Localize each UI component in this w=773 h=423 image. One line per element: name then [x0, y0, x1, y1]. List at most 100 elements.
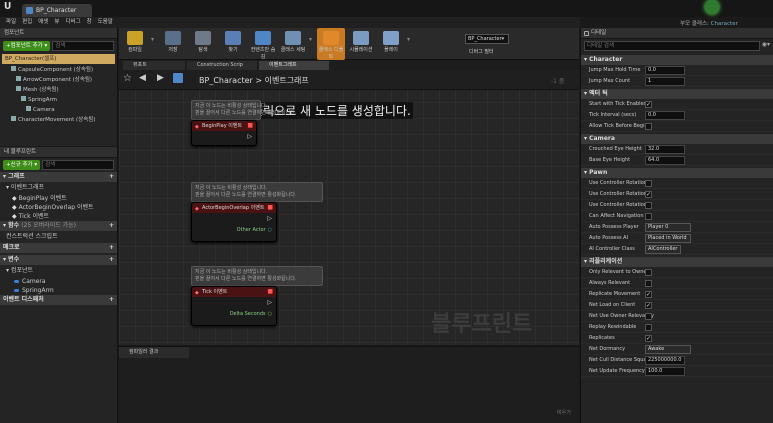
details-section-header[interactable]: ▾ Character [581, 55, 773, 65]
simulation-button[interactable]: 시뮬레이션 [347, 28, 375, 60]
star-icon[interactable]: ☆ [123, 73, 132, 84]
parent-class-link[interactable]: Character [711, 21, 738, 27]
event-node[interactable]: ◆ Tick 이벤트 ■ ▷ Delta Seconds ○ [191, 286, 277, 326]
output-pin[interactable]: Delta Seconds ○ [230, 311, 272, 317]
forward-arrow-icon[interactable]: ▶ [157, 73, 164, 83]
property-checkbox[interactable] [645, 213, 652, 220]
back-arrow-icon[interactable]: ◀ [139, 73, 146, 83]
details-section-header[interactable]: ▾ Camera [581, 134, 773, 144]
menu-item[interactable]: 편집 [22, 17, 32, 28]
clear-button[interactable]: 비우기 [557, 409, 571, 416]
details-section-header[interactable]: ▾ 리플리케이션 [581, 257, 773, 267]
output-pin[interactable]: Other Actor ○ [237, 227, 272, 233]
property-number-input[interactable]: 32.0 [645, 145, 685, 154]
menu-item[interactable]: 뷰 [54, 17, 59, 28]
source-control-icon[interactable] [705, 0, 719, 14]
functions-category[interactable]: ▾ 함수 (25 오버라이드 가능) + [0, 221, 117, 231]
delegate-pin-icon[interactable]: ■ [267, 203, 273, 213]
debug-filter-select[interactable]: BP_Character▾ [465, 34, 509, 44]
component-root[interactable]: BP_Character(셀프) [2, 54, 115, 64]
variables-category[interactable]: ▾ 변수 + [0, 255, 117, 265]
exec-pin-icon[interactable]: ▷ [267, 215, 272, 222]
property-checkbox[interactable] [645, 333, 652, 344]
property-checkbox[interactable] [645, 269, 652, 276]
tab-construction[interactable]: Construction Scrip [187, 61, 257, 70]
dispatchers-category[interactable]: 이벤트 디스패처 + [0, 295, 117, 305]
menu-item[interactable]: 애셋 [38, 17, 48, 28]
hide-unrelated-button[interactable]: 컨텐츠만 숨김 [249, 28, 277, 60]
dropdown-arrow-icon[interactable]: ▾ [407, 28, 413, 60]
event-graph-canvas[interactable]: ☆ ◀ ▶ BP_Character > 이벤트그래프 -1 줌 우클릭으로 새… [119, 70, 579, 345]
breadcrumb-leaf[interactable]: 이벤트그래프 [265, 76, 309, 85]
property-checkbox[interactable] [645, 180, 652, 187]
view-options-icon[interactable]: ◉▾ [762, 41, 770, 51]
class-settings-button[interactable]: 클래스 세팅 [279, 28, 307, 60]
save-button[interactable]: 저장 [159, 28, 187, 60]
menu-item[interactable]: 파일 [6, 17, 16, 28]
component-item[interactable]: Camera [0, 105, 117, 115]
tab-viewport[interactable]: 뷰포트 [123, 61, 185, 70]
details-section-header[interactable]: ▾ 액터 틱 [581, 89, 773, 99]
property-number-input[interactable]: 1 [645, 77, 685, 86]
delegate-pin-icon[interactable]: ■ [247, 121, 253, 131]
menu-item[interactable]: 디버그 [65, 17, 80, 28]
browse-button[interactable]: 탐색 [189, 28, 217, 60]
tab-event-graph[interactable]: 이벤트그래프 [259, 61, 329, 70]
components-search-input[interactable]: 검색 [52, 41, 114, 51]
menu-item[interactable]: 창 [87, 17, 92, 28]
add-dispatcher-icon[interactable]: + [109, 295, 114, 305]
exec-pin-icon[interactable]: ▷ [247, 133, 252, 140]
event-graph-item[interactable]: ▾ 이벤트그래프 [0, 182, 117, 194]
property-dropdown[interactable]: Player 0 [645, 223, 691, 232]
details-section-header[interactable]: ▾ Pawn [581, 168, 773, 178]
dropdown-arrow-icon[interactable]: ▾ [309, 28, 315, 60]
component-item[interactable]: CharacterMovement (상속됨) [0, 115, 117, 125]
property-checkbox[interactable] [645, 280, 652, 287]
property-checkbox[interactable] [645, 123, 652, 130]
property-dropdown[interactable]: AIController [645, 245, 681, 254]
exec-pin-icon[interactable]: ▷ [267, 299, 272, 306]
event-item[interactable]: ◆ Tick 이벤트 [0, 212, 117, 221]
tab-blueprint[interactable]: BP_Character [22, 4, 92, 17]
property-number-input[interactable]: 0.0 [645, 111, 685, 120]
graphs-category[interactable]: ▾ 그래프 + [0, 172, 117, 182]
property-number-input[interactable]: 0.0 [645, 66, 685, 75]
variable-item[interactable]: SpringArm [0, 286, 117, 295]
property-dropdown[interactable]: Placed in World [645, 234, 691, 243]
component-item[interactable]: CapsuleComponent (상속됨) [0, 65, 117, 75]
delegate-pin-icon[interactable]: ■ [267, 287, 273, 297]
add-function-icon[interactable]: + [109, 221, 114, 231]
add-graph-icon[interactable]: + [109, 172, 114, 182]
breadcrumb-root[interactable]: BP_Character [199, 76, 253, 85]
property-number-input[interactable]: 64.0 [645, 156, 685, 165]
construction-script-item[interactable]: 컨스트럭션 스크립트 [0, 231, 117, 243]
property-checkbox[interactable] [645, 289, 652, 300]
add-variable-icon[interactable]: + [109, 255, 114, 265]
variable-item[interactable]: Camera [0, 277, 117, 286]
property-number-input[interactable]: 225000000.0 [645, 356, 685, 365]
event-node[interactable]: ◆ BeginPlay 이벤트 ■ ▷ [191, 120, 257, 146]
find-button[interactable]: 찾기 [219, 28, 247, 60]
event-item[interactable]: ◆ BeginPlay 이벤트 [0, 194, 117, 203]
property-dropdown[interactable]: Awake [645, 345, 691, 354]
property-checkbox[interactable] [645, 99, 652, 110]
details-search-input[interactable]: 디테일 검색 [584, 41, 760, 51]
event-item[interactable]: ◆ ActorBeginOverlap 이벤트 [0, 203, 117, 212]
add-new-button[interactable]: +신규 추가 ▾ [3, 160, 41, 170]
macros-category[interactable]: 매크로 + [0, 243, 117, 253]
menu-item[interactable]: 도움말 [98, 17, 113, 28]
components-var-category[interactable]: ▾ 컴포넌트 [0, 265, 117, 277]
property-checkbox[interactable] [645, 189, 652, 200]
property-checkbox[interactable] [645, 202, 652, 209]
my-blueprint-search-input[interactable]: 검색 [42, 160, 114, 170]
property-checkbox[interactable] [645, 324, 652, 331]
compiler-results-tab[interactable]: 컴파일러 결과 [119, 347, 189, 358]
class-defaults-button[interactable]: 클래스 디폴트 [317, 28, 345, 60]
component-item[interactable]: SpringArm [0, 95, 117, 105]
event-node[interactable]: ◆ ActorBeginOverlap 이벤트 ■ ▷ Other Actor ○ [191, 202, 277, 242]
play-button[interactable]: 플레이 [377, 28, 405, 60]
property-checkbox[interactable] [645, 313, 652, 320]
compile-button[interactable]: 컴파일 [121, 28, 149, 60]
property-checkbox[interactable] [645, 300, 652, 311]
component-item[interactable]: Mesh (상속됨) [0, 85, 117, 95]
